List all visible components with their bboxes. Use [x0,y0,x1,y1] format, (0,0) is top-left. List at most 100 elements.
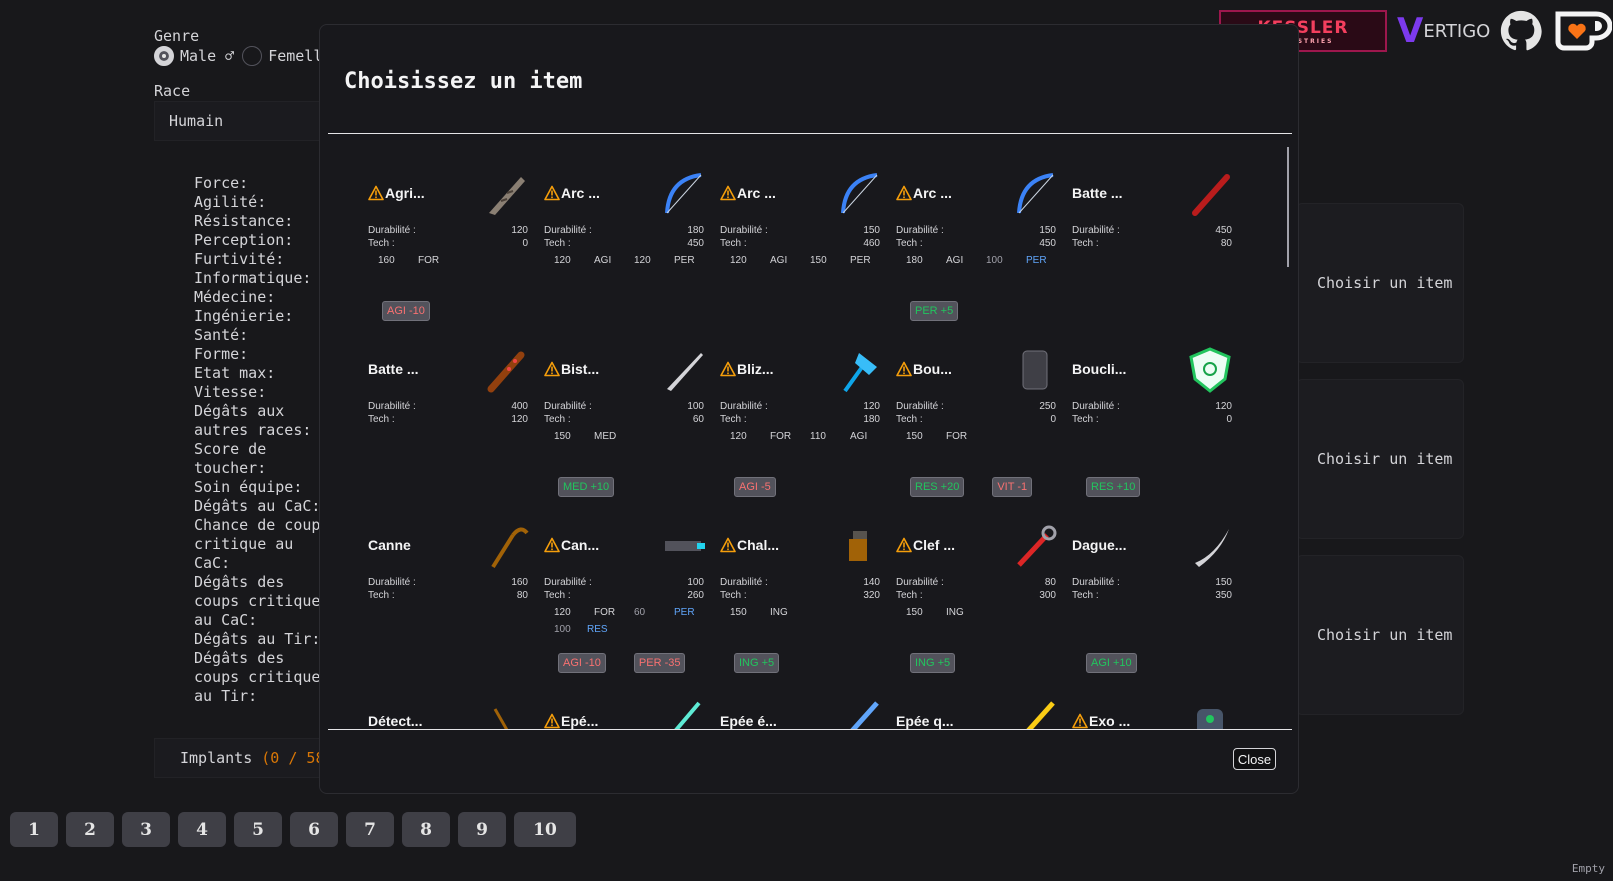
item-card[interactable]: Epée é... [720,675,896,729]
bonus-badge: AGI -10 [382,301,430,321]
item-tech: Tech :0 [896,414,1056,425]
radio-female[interactable] [242,46,263,66]
item-card[interactable]: Epée q... [896,675,1072,729]
item-name: Batte ... [368,361,419,377]
item-name: Epée q... [896,713,954,729]
page-button-4[interactable]: 4 [178,812,226,847]
item-card[interactable]: Epé... [544,675,720,729]
warning-icon [368,185,384,201]
wrench-icon [1017,525,1057,567]
item-card[interactable]: Boucli... Durabilité :120 Tech :0 RES +10 [1072,323,1248,499]
item-durability: Durabilité :100 [544,401,704,412]
warning-icon [896,361,912,377]
item-durability: Durabilité :120 [1072,401,1232,412]
stat-label: Santé: [194,326,249,344]
item-card[interactable]: Arc ... Durabilité :150 Tech :450 180 AGI 100… [896,147,1072,323]
bonus-badge: VIT -1 [992,477,1033,497]
page-button-6[interactable]: 6 [290,812,338,847]
knife-icon [489,177,525,215]
green-shield-icon [1189,347,1231,393]
item-card[interactable]: Dague... Durabilité :150 Tech :350 AGI +10 [1072,499,1248,675]
ko-fi-cup-icon[interactable] [1552,8,1613,54]
item-grid-scrollbar[interactable] [1287,147,1289,267]
item-card[interactable]: Batte ... Durabilité :450 Tech :80 [1072,147,1248,323]
github-icon[interactable] [1500,10,1542,52]
item-card[interactable]: Can... Durabilité :100 Tech :260 120 FOR 60 PE… [544,499,720,675]
page-button-9[interactable]: 9 [458,812,506,847]
stat-label: Perception: [194,231,294,249]
stat-label: Force: [194,174,249,192]
item-tech: Tech :260 [544,590,704,601]
item-card[interactable]: Bou... Durabilité :250 Tech :0 150 FOR RES +2… [896,323,1072,499]
item-name: Batte ... [1072,185,1123,201]
page-button-8[interactable]: 8 [402,812,450,847]
item-card[interactable]: Clef ... Durabilité :80 Tech :300 150 ING ING… [896,499,1072,675]
radio-male[interactable] [154,46,174,66]
page-button-1[interactable]: 1 [10,812,58,847]
bonus-badge: PER -35 [633,653,686,673]
spiked-bat-icon [487,351,525,393]
item-tech: Tech :0 [1072,414,1232,425]
choose-item-card-2[interactable]: Choisir un item [1296,379,1464,539]
item-tech: Tech :80 [368,590,528,601]
item-card[interactable]: Arc ... Durabilité :150 Tech :460 120 AGI 150… [720,147,896,323]
item-name: Canne [368,537,411,553]
page-button-2[interactable]: 2 [66,812,114,847]
item-name: Chal... [720,537,779,553]
item-name: Arc ... [544,185,600,201]
item-tech: Tech :60 [544,414,704,425]
choose-item-card-1[interactable]: Choisir un item [1296,203,1464,363]
stat-label: Forme: [194,345,249,363]
page-button-3[interactable]: 3 [122,812,170,847]
item-name: Epé... [544,713,598,729]
item-tech: Tech :450 [896,238,1056,249]
item-durability: Durabilité :150 [720,225,880,236]
bonus-badge: ING +5 [734,653,780,673]
item-card[interactable]: Agri... Durabilité :120 Tech :0 160 FOR AGI -… [368,147,544,323]
stat-label: Résistance: [194,212,294,230]
item-bonuses: AGI -5 [734,477,776,497]
item-requirements: 150 MED [554,431,617,442]
item-card[interactable]: Bliz... Durabilité :120 Tech :180 120 FOR 110… [720,323,896,499]
page-button-10[interactable]: 10 [514,812,576,847]
blade-icon [667,353,703,391]
gender-radio-group: Male ♂ Femell [154,46,322,66]
item-card[interactable]: Batte ... Durabilité :400 Tech :120 [368,323,544,499]
modal-divider-top [328,133,1292,134]
stat-label: Etat max: [194,364,276,382]
item-card[interactable]: Arc ... Durabilité :180 Tech :450 120 AGI 120… [544,147,720,323]
item-requirements: 150 FOR [906,431,968,442]
item-tech: Tech :80 [1072,238,1232,249]
item-tech: Tech :320 [720,590,880,601]
page-button-5[interactable]: 5 [234,812,282,847]
stat-label: Dégâts aux autres races: [194,402,312,439]
item-bonuses: AGI +10 [1086,653,1137,673]
close-button[interactable]: Close [1233,748,1276,770]
vertigo-logo[interactable]: V ERTIGO [1397,11,1490,51]
item-card[interactable]: Détect... [368,675,544,729]
bat-icon [1192,174,1230,216]
bonus-badge: AGI +10 [1086,653,1137,673]
item-card[interactable]: Exo ... [1072,675,1248,729]
choose-item-card-3[interactable]: Choisir un item [1296,555,1464,715]
item-durability: Durabilité :120 [720,401,880,412]
item-durability: Durabilité :400 [368,401,528,412]
item-card[interactable]: Canne Durabilité :160 Tech :80 [368,499,544,675]
quantum-sword-icon [1026,701,1055,729]
empty-label: Empty [1571,862,1605,875]
item-card[interactable]: Bist... Durabilité :100 Tech :60 150 MED MED … [544,323,720,499]
item-name: Bist... [544,361,599,377]
item-name: Dague... [1072,537,1127,553]
page-button-7[interactable]: 7 [346,812,394,847]
item-name: Agri... [368,185,425,201]
item-bonuses: ING +5 [734,653,780,673]
item-requirements: 120 AGI 120 PER [554,255,695,266]
modal-divider-bottom [328,729,1292,730]
stats-list: Force: Agilité: Résistance: Perception: Furt… [194,174,324,706]
item-name: Détect... [368,713,423,729]
item-durability: Durabilité :160 [368,577,528,588]
item-card[interactable]: Chal... Durabilité :140 Tech :320 150 ING ING… [720,499,896,675]
item-name: Arc ... [896,185,952,201]
stat-label: Dégâts des coups critique au CaC: [194,573,321,629]
bonus-badge: MED +10 [558,477,615,497]
